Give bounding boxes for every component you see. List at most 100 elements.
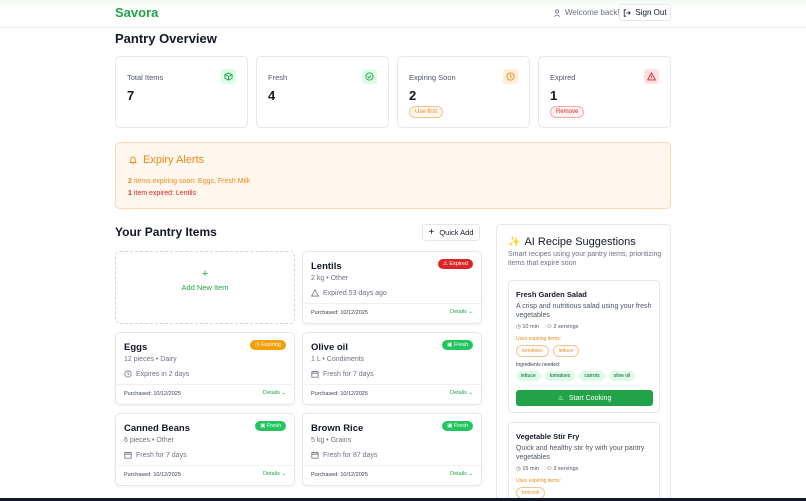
card-divider (116, 384, 294, 385)
uses-expiring-label: Uses expiring items: (516, 336, 562, 342)
purchase-date: Purchased: 10/12/2025 (311, 391, 368, 397)
sparkle-icon: ✨ (508, 236, 521, 248)
stat-value: 1 (550, 88, 558, 103)
stat-label: Expired (550, 73, 576, 82)
pantry-item-card[interactable]: Lentils ⚠ Expired 2 kg • Other Expired 5… (302, 251, 482, 324)
details-link[interactable]: Details ⌄ (450, 471, 473, 477)
sign-out-button[interactable]: Sign Out (619, 4, 671, 21)
clock-icon (503, 69, 518, 84)
welcome-message: Welcome back! (553, 8, 620, 17)
ai-subtitle: Smart recipes using your pantry items, p… (508, 251, 662, 267)
item-quantity: 12 pieces • Dairy (124, 356, 177, 363)
warning-icon (644, 69, 659, 84)
recipe-servings-text: 3 servings (553, 466, 579, 472)
recipe-servings-text: 2 servings (553, 324, 579, 330)
recipe-time: ◷ 15 min (516, 466, 539, 472)
quick-add-label: Quick Add (439, 228, 474, 237)
clock-icon (124, 370, 132, 378)
recipe-meta: ◷ 10 min ⚇ 2 servings (516, 324, 578, 330)
status-badge-text: Fresh (453, 342, 468, 348)
status-badge-text: Fresh (453, 423, 468, 429)
details-link[interactable]: Details ⌄ (450, 390, 473, 396)
pantry-item-card[interactable]: Eggs ◷ Expiring 12 pieces • Dairy Expire… (115, 332, 295, 405)
calendar-icon (124, 451, 132, 459)
pantry-item-card[interactable]: Canned Beans ▣ Fresh 6 pieces • Other Fr… (115, 413, 295, 486)
plus-icon: + (428, 227, 435, 238)
calendar-icon: ▣ (260, 423, 266, 429)
chevron-down-icon: ⌄ (468, 309, 473, 315)
pantry-item-card[interactable]: Brown Rice ▣ Fresh 5 kg • Grains Fresh f… (302, 413, 482, 486)
calendar-icon (311, 370, 319, 378)
details-link[interactable]: Details ⌄ (450, 309, 473, 315)
card-divider (303, 303, 481, 304)
warning-icon (311, 289, 319, 297)
plus-icon: + (201, 268, 209, 280)
ingredient-tag: tomatoes (544, 371, 576, 381)
ingredients-label: Ingredients needed: (516, 362, 561, 368)
stat-label: Total Items (127, 73, 164, 82)
start-cooking-button[interactable]: ♨ Start Cooking (516, 390, 653, 406)
recipe-card[interactable]: Vegetable Stir Fry Quick and healthy sti… (508, 422, 660, 501)
details-label: Details (263, 390, 280, 396)
card-divider (303, 465, 481, 466)
status-badge: ▣ Fresh (442, 421, 473, 431)
expiring-text: items expiring soon: Eggs, Fresh Milk (133, 178, 251, 185)
purchase-date: Purchased: 10/12/2025 (311, 472, 368, 478)
add-new-item-button[interactable]: + Add New Item (115, 251, 295, 324)
stat-total-items: Total Items 7 (115, 56, 248, 128)
item-status: Expires in 2 days (124, 370, 189, 378)
chevron-down-icon: ⌄ (468, 471, 473, 477)
recipe-time-text: 10 min (522, 324, 539, 330)
stat-fresh: Fresh 4 (256, 56, 389, 128)
clock-icon: ◷ (516, 324, 521, 330)
purchase-date: Purchased: 10/12/2025 (311, 310, 368, 316)
status-badge-text: Fresh (266, 423, 281, 429)
ingredient-tag: lettuce (516, 371, 541, 381)
item-name: Eggs (124, 342, 148, 353)
logo[interactable]: Savora (115, 5, 158, 20)
chevron-down-icon: ⌄ (281, 471, 286, 477)
recipe-description: A crisp and nutritious salad using your … (516, 303, 652, 319)
pantry-item-card[interactable]: Olive oil ▣ Fresh 1 L • Condiments Fresh… (302, 332, 482, 405)
item-quantity: 6 pieces • Other (124, 437, 174, 444)
recipe-description: Quick and healthy stir fry with your pan… (516, 445, 645, 461)
recipe-card[interactable]: Fresh Garden Salad A crisp and nutritiou… (508, 280, 660, 413)
clock-icon: ◷ (516, 466, 521, 472)
calendar-icon: ▣ (447, 342, 453, 348)
recipe-meta: ◷ 15 min ⚇ 3 servings (516, 466, 578, 472)
status-badge: ▣ Fresh (255, 421, 286, 431)
quick-add-button[interactable]: + Quick Add (422, 224, 480, 241)
page-title: Pantry Overview (115, 31, 217, 46)
status-badge: ⚠ Expired (437, 259, 473, 269)
alerts-title-text: Expiry Alerts (143, 154, 205, 166)
expired-text: item expired: Lentils (133, 190, 197, 197)
recipe-time-text: 15 min (522, 466, 539, 472)
box-icon (221, 69, 236, 84)
item-status-text: Fresh for 7 days (136, 451, 187, 459)
recipe-name: Vegetable Stir Fry (516, 432, 580, 441)
expired-count: 1 (128, 190, 132, 197)
expiring-count: 2 (128, 178, 132, 185)
item-quantity: 1 L • Condiments (311, 356, 365, 363)
card-divider (303, 384, 481, 385)
ai-panel-title: ✨ AI Recipe Suggestions (508, 236, 636, 248)
details-label: Details (263, 471, 280, 477)
stat-value: 2 (409, 88, 417, 103)
expiry-alerts-panel: Expiry Alerts 2 items expiring soon: Egg… (115, 142, 671, 209)
welcome-text: Welcome back! (565, 8, 620, 17)
details-link[interactable]: Details ⌄ (263, 390, 286, 396)
status-badge-text: Expired (449, 261, 468, 267)
chevron-down-icon: ⌄ (281, 390, 286, 396)
chevron-down-icon: ⌄ (468, 390, 473, 396)
clock-icon: ◷ (254, 342, 260, 348)
details-label: Details (450, 471, 467, 477)
status-badge: ▣ Fresh (442, 340, 473, 350)
status-badge: ◷ Expiring (249, 340, 286, 350)
recipe-servings: ⚇ 3 servings (547, 466, 579, 472)
details-link[interactable]: Details ⌄ (263, 471, 286, 477)
card-divider (116, 465, 294, 466)
users-icon: ⚇ (546, 466, 552, 472)
item-quantity: 2 kg • Other (311, 275, 349, 282)
start-cooking-label: Start Cooking (568, 394, 612, 402)
ai-recipe-panel: ✨ AI Recipe Suggestions Smart recipes us… (496, 224, 671, 501)
